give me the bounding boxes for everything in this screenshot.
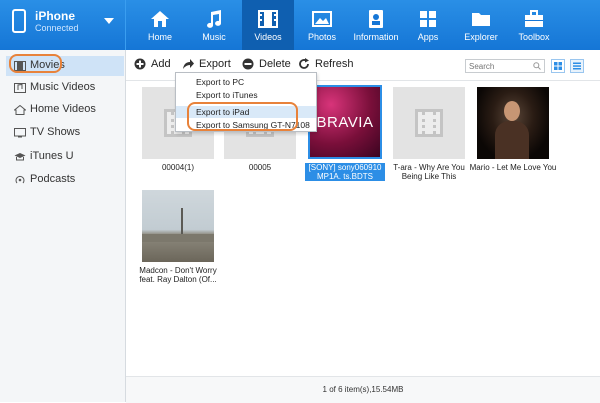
- refresh-label: Refresh: [315, 58, 354, 70]
- sidebar-item-music-videos[interactable]: Music Videos: [6, 78, 124, 98]
- sidebar: Movies Music Videos Home Videos TV Shows…: [0, 50, 126, 402]
- nav-home[interactable]: Home: [134, 0, 186, 50]
- movies-highlight-outline: [9, 54, 62, 73]
- nav-photos[interactable]: Photos: [296, 0, 348, 50]
- nav-music-label: Music: [202, 32, 226, 42]
- nav-toolbox-label: Toolbox: [518, 32, 550, 42]
- apps-grid-icon: [420, 11, 436, 27]
- add-label: Add: [151, 58, 171, 70]
- sidebar-item-label: Home Videos: [30, 103, 96, 115]
- music-icon: [207, 10, 222, 28]
- iphone-icon: [12, 9, 26, 33]
- menu-item-label: Export to PC: [196, 77, 245, 87]
- grid-view-button[interactable]: [551, 59, 565, 73]
- refresh-icon: [299, 58, 309, 69]
- folder-icon: [472, 13, 490, 26]
- plus-circle-icon: [134, 58, 146, 70]
- minus-circle-icon: [242, 58, 254, 70]
- nav-explorer[interactable]: Explorer: [455, 0, 507, 50]
- nav-home-label: Home: [147, 32, 172, 42]
- device-selector[interactable]: iPhone Connected: [0, 0, 126, 50]
- sidebar-item-label: TV Shows: [30, 126, 81, 138]
- sidebar-item-label: Podcasts: [30, 173, 76, 185]
- item-count-status: 1 of 6 item(s),15.54MB: [322, 385, 404, 394]
- graduation-cap-icon: [14, 153, 26, 161]
- video-thumbnail[interactable]: [393, 87, 465, 159]
- video-title: Madcon - Don't Worry feat. Ray Dalton (O…: [139, 266, 217, 284]
- nav-explorer-label: Explorer: [464, 32, 498, 42]
- sidebar-item-tv-shows[interactable]: TV Shows: [6, 123, 124, 143]
- nav-photos-label: Photos: [307, 32, 337, 42]
- video-title-selected: [SONY] sony060910 MP1A. ts.BDTS: [305, 163, 385, 181]
- skyline-shape: [142, 234, 214, 242]
- export-options-highlight-outline: [187, 102, 298, 131]
- video-thumbnail[interactable]: [142, 190, 214, 262]
- video-thumbnail[interactable]: [477, 87, 549, 159]
- photo-icon: [312, 11, 332, 27]
- film-placeholder-icon: [415, 109, 443, 137]
- search-icon: [533, 62, 541, 70]
- grid-view-icon: [554, 62, 562, 70]
- menu-item-label: Export to iTunes: [196, 90, 258, 100]
- search-field[interactable]: [465, 59, 545, 73]
- video-title: 00004(1): [161, 163, 195, 172]
- sidebar-item-home-videos[interactable]: Home Videos: [6, 100, 124, 120]
- nav-toolbox[interactable]: Toolbox: [508, 0, 560, 50]
- nav-videos-label: Videos: [254, 32, 282, 42]
- nav-apps[interactable]: Apps: [402, 0, 454, 50]
- list-view-icon: [573, 62, 581, 70]
- video-title: Mario - Let Me Love You: [469, 163, 557, 172]
- nav-videos[interactable]: Videos: [242, 0, 294, 50]
- search-input[interactable]: [466, 61, 533, 72]
- sidebar-item-label: iTunes U: [30, 150, 74, 162]
- portrait-face-shape: [504, 101, 520, 121]
- menu-item-export-to-itunes[interactable]: Export to iTunes: [176, 89, 316, 101]
- device-status: Connected: [35, 23, 79, 33]
- sidebar-item-podcasts[interactable]: Podcasts: [6, 170, 124, 190]
- nav-information[interactable]: Information: [348, 0, 404, 50]
- home-icon: [151, 11, 169, 27]
- podcast-icon: [15, 175, 25, 184]
- tv-icon: [14, 128, 26, 138]
- status-bar: 1 of 6 item(s),15.54MB: [126, 376, 600, 403]
- sidebar-item-itunes-u[interactable]: iTunes U: [6, 147, 124, 167]
- music-video-icon: [14, 83, 26, 93]
- export-arrow-icon: [183, 59, 194, 69]
- nav-information-label: Information: [353, 32, 399, 42]
- menu-item-export-to-pc[interactable]: Export to PC: [176, 76, 316, 88]
- video-title: 00005: [248, 163, 272, 172]
- list-view-button[interactable]: [570, 59, 584, 73]
- nav-music[interactable]: Music: [188, 0, 240, 50]
- contacts-icon: [369, 10, 383, 28]
- bravia-logo-text: BRAVIA: [316, 114, 374, 131]
- video-title: T-ara - Why Are You Being Like This: [393, 163, 465, 181]
- film-icon: [258, 10, 278, 28]
- top-bar: iPhone Connected Home Music Videos Photo…: [0, 0, 600, 50]
- video-thumbnail-selected[interactable]: BRAVIA: [308, 85, 382, 159]
- sidebar-item-label: Music Videos: [30, 81, 96, 93]
- home-video-icon: [14, 105, 26, 115]
- device-name: iPhone: [35, 9, 76, 23]
- portrait-body-shape: [495, 121, 529, 159]
- export-label: Export: [199, 58, 231, 70]
- chevron-down-icon[interactable]: [104, 18, 114, 24]
- delete-label: Delete: [259, 58, 291, 70]
- nav-apps-label: Apps: [417, 32, 439, 42]
- toolbox-icon: [525, 10, 543, 27]
